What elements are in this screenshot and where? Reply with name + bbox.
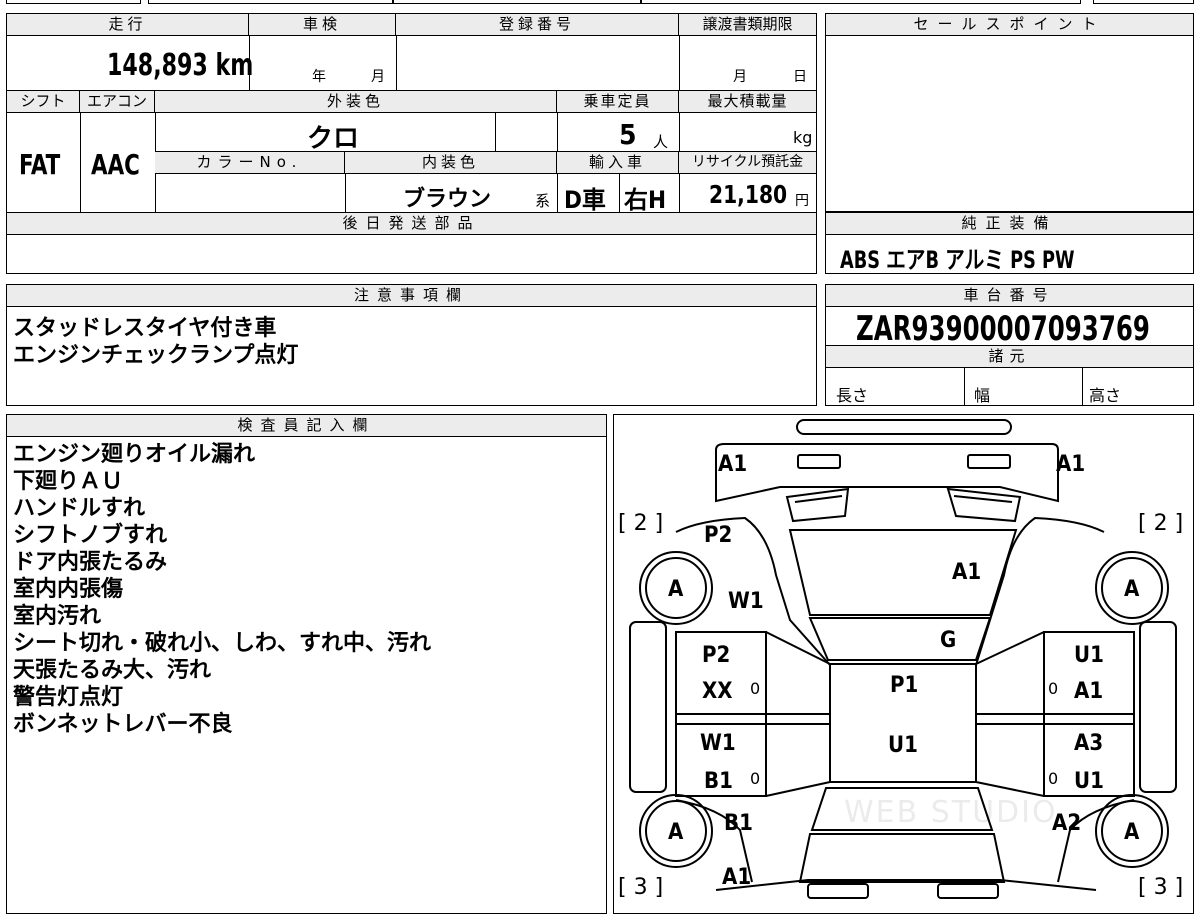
vehicle-info-grid: 走行 車検 登録番号 譲渡書類期限 148,893 km 年 月 月 日 シフト… (6, 13, 817, 274)
inspector-line: 下廻りＡＵ (13, 469, 124, 494)
top-strip-cell-2 (148, 0, 393, 4)
recycle-deposit-value: 21,180 (709, 180, 788, 209)
mark-w1-fender-left: W1 (728, 589, 764, 614)
notes-line: スタッドレスタイヤ付き車 (13, 316, 277, 341)
mark-a1-front-right: A1 (1056, 452, 1086, 477)
notes-line: エンジンチェックランプ点灯 (13, 343, 299, 368)
color-no-header: カラーNo. (155, 152, 345, 174)
equipment-value: ABS エアB アルミ PS PW (840, 246, 1075, 274)
transfer-month: 月 (733, 69, 747, 85)
interior-color-value: ブラウン (403, 187, 492, 212)
tire-rear-right: A (1124, 820, 1140, 845)
inspector-header: 検査員記入欄 (7, 415, 606, 437)
watermark: WEB STUDIO (844, 795, 1058, 830)
mark-xx-door-fl: XX (702, 679, 733, 704)
mark-b1-rear-left: B1 (724, 811, 753, 836)
mark-a1-rear-left: A1 (722, 865, 752, 890)
mark-zero-fr: 0 (1048, 679, 1059, 698)
mark-p2-door-fl: P2 (702, 643, 731, 668)
interior-color-header: 内装色 (345, 152, 557, 174)
tire-front-left: A (668, 577, 684, 602)
spec-length-label: 長さ (836, 386, 869, 405)
mark-u1-roof: U1 (888, 733, 918, 758)
top-strip-cell-3 (393, 0, 641, 4)
inspector-line: エンジン廻りオイル漏れ (13, 442, 256, 467)
bracket-bottom-left: [ 3 ] (618, 875, 664, 900)
mark-a1-hood: A1 (952, 560, 982, 585)
mark-a1-door-fr: A1 (1074, 679, 1104, 704)
bracket-top-right: [ 2 ] (1138, 511, 1184, 536)
aircon-value: AAC (91, 148, 140, 181)
exterior-color-value: クロ (307, 124, 360, 154)
recycle-deposit-unit: 円 (795, 193, 809, 209)
mark-w1-door-rl: W1 (700, 731, 736, 756)
inspection-month: 月 (371, 69, 385, 85)
spec-width-label: 幅 (974, 386, 991, 405)
mark-b1-door-rl: B1 (704, 769, 733, 794)
damage-diagram-box: A1 A1 [ 2 ] [ 2 ] [ 3 ] [ 3 ] P2 W1 A1 A… (613, 414, 1194, 914)
max-load-header: 最大積載量 (679, 91, 816, 113)
mark-g-windshield: G (940, 628, 957, 653)
steering-value: 右H (624, 186, 667, 214)
inspector-box: 検査員記入欄 エンジン廻りオイル漏れ 下廻りＡＵ ハンドルすれ シフトノブすれ … (6, 414, 607, 914)
mark-zero-rl: 0 (750, 769, 761, 788)
inspector-line: 警告灯点灯 (13, 685, 124, 710)
capacity-value: 5 (619, 118, 637, 151)
chassis-box: 車台番号 ZAR93900007093769 諸元 長さ 幅 高さ (825, 284, 1194, 406)
mark-p2-fender-left: P2 (704, 523, 733, 548)
mark-p1-roof: P1 (890, 673, 919, 698)
transfer-day: 日 (793, 69, 807, 85)
shift-header: シフト (7, 91, 80, 113)
equipment-box: 純正装備 ABS エアB アルミ PS PW (825, 212, 1194, 274)
mark-a1-front-left: A1 (718, 452, 748, 477)
import-car-header: 輸入車 (557, 152, 679, 174)
transfer-deadline-header: 譲渡書類期限 (679, 14, 816, 36)
inspection-header: 車検 (249, 14, 396, 36)
notes-header: 注意事項欄 (7, 285, 816, 307)
mark-a3-door-rr: A3 (1074, 731, 1104, 756)
inspector-line: シフトノブすれ (13, 523, 168, 548)
top-strip-cell-4 (641, 0, 1081, 4)
spec-height-label: 高さ (1089, 386, 1122, 405)
recycle-deposit-header: リサイクル預託金 (679, 152, 816, 174)
notes-box: 注意事項欄 スタッドレスタイヤ付き車 エンジンチェックランプ点灯 (6, 284, 817, 406)
mileage-value: 148,893 km (107, 48, 254, 83)
chassis-number: ZAR93900007093769 (856, 309, 1150, 349)
bracket-top-left: [ 2 ] (618, 511, 664, 536)
mileage-header: 走行 (7, 14, 249, 36)
top-strip-cell-1 (6, 0, 141, 4)
registration-header: 登録番号 (396, 14, 679, 36)
inspector-line: ハンドルすれ (13, 496, 146, 521)
car-diagram (629, 419, 1177, 899)
tire-rear-left: A (668, 820, 684, 845)
mark-u1-door-fr: U1 (1074, 643, 1104, 668)
inspector-line: 室内内張傷 (13, 577, 124, 602)
equipment-header: 純正装備 (826, 213, 1193, 235)
tire-front-right: A (1124, 577, 1140, 602)
inspection-year: 年 (312, 69, 326, 85)
inspector-line: シート切れ・破れ小、しわ、すれ中、汚れ (13, 631, 432, 656)
sales-point-header: セールスポイント (826, 14, 1193, 36)
import-type-value: D車 (564, 186, 606, 214)
interior-color-suffix: 系 (535, 192, 551, 210)
top-strip-cell-5 (1093, 0, 1194, 4)
bracket-bottom-right: [ 3 ] (1138, 875, 1184, 900)
chassis-header: 車台番号 (826, 285, 1193, 307)
capacity-unit: 人 (653, 133, 669, 151)
shift-value: FAT (19, 148, 61, 181)
inspector-line: 天張たるみ大、汚れ (13, 658, 212, 683)
later-parts-header: 後日発送部品 (7, 213, 816, 235)
aircon-header: エアコン (80, 91, 155, 113)
mark-zero-rr: 0 (1048, 769, 1059, 788)
inspector-line: ドア内張たるみ (13, 550, 168, 575)
mark-zero-fl: 0 (750, 679, 761, 698)
exterior-color-header: 外装色 (155, 91, 557, 113)
max-load-unit: kg (793, 128, 813, 147)
inspector-line: ボンネットレバー不良 (13, 712, 233, 737)
sales-point-box: セールスポイント (825, 13, 1194, 212)
mark-u1-door-rr: U1 (1074, 769, 1104, 794)
inspector-line: 室内汚れ (13, 604, 102, 629)
specs-header: 諸元 (826, 346, 1193, 368)
capacity-header: 乗車定員 (557, 91, 679, 113)
